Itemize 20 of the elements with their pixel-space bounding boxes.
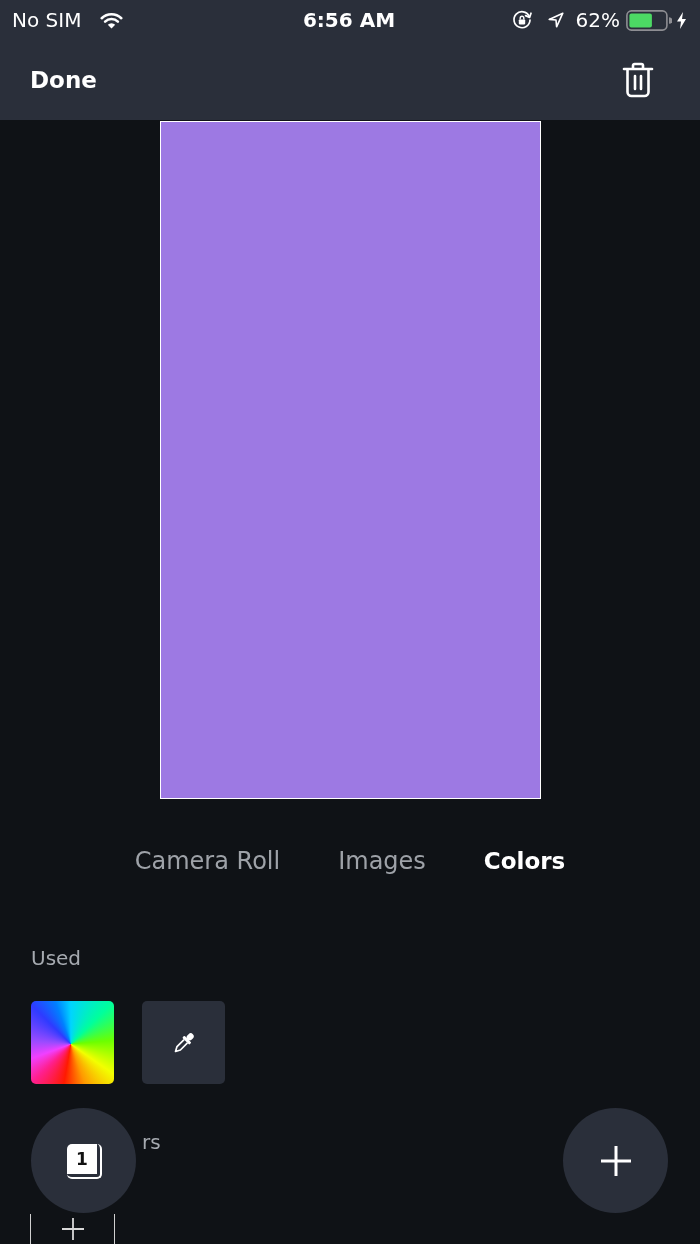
carrier-label: No SIM [12, 8, 82, 32]
section-label: Used [31, 946, 82, 970]
pages-button[interactable]: 1 [31, 1108, 136, 1213]
wifi-icon [99, 11, 125, 29]
done-button[interactable]: Done [30, 65, 97, 95]
plus-icon [600, 1145, 631, 1176]
orientation-lock-icon [511, 10, 532, 30]
clock-time: 6:56 AM [302, 8, 396, 32]
tab[interactable]: Camera Roll [134, 836, 281, 886]
page-count-badge: 1 [67, 1144, 102, 1179]
tab[interactable]: Images [338, 836, 426, 886]
battery-percentage: 62% [575, 8, 620, 32]
trash-icon[interactable] [622, 62, 654, 98]
add-color-tile[interactable] [30, 1214, 115, 1244]
location-arrow-icon [547, 12, 564, 28]
plus-icon [61, 1218, 84, 1240]
tab[interactable]: Colors [483, 836, 566, 886]
color-wheel-icon[interactable] [31, 1001, 114, 1084]
section-label: rs [142, 1130, 161, 1154]
battery-icon [626, 9, 672, 31]
